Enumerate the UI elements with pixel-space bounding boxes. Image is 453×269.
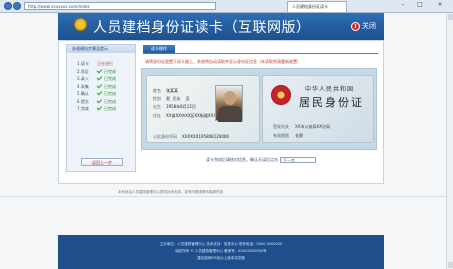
photo-face xyxy=(224,91,236,105)
back-button[interactable] xyxy=(4,2,12,10)
minimize-button[interactable]: – xyxy=(396,1,410,9)
nation-title: 中华人民共和国 xyxy=(305,86,355,93)
step-status: 已完成 xyxy=(104,106,116,111)
sex-field: 性别男 民族汉 xyxy=(153,96,190,101)
check-icon xyxy=(96,104,103,111)
footer-line-3: 建议使用IE8及以上版本浏览器 xyxy=(197,256,245,260)
browser-tab[interactable]: 人员建档身份证读卡 xyxy=(287,1,347,12)
divider xyxy=(0,196,453,197)
back-step-button[interactable]: 返回上一步 xyxy=(81,158,123,166)
address-bar[interactable]: http://www.xxxxxxx.com/index xyxy=(24,2,216,10)
footer: 主办单位：人员建档管理中心 技术支持：信息中心 联系电话：0000-000000… xyxy=(58,235,384,269)
confirm-prompt: 读卡完成后请核对信息，确认无误后点击 下一步 xyxy=(206,157,316,163)
step-status: 已完成 xyxy=(104,68,116,74)
id-card-back: 中华人民共和国 居民身份证 签发机关 XX市公安局XX分局 有效期限 长期 xyxy=(262,75,374,143)
check-icon xyxy=(96,74,103,81)
scroll-up-icon[interactable] xyxy=(448,14,453,20)
card-title: 居民身份证 xyxy=(299,96,364,109)
steps-list: 1.读卡 正在进行 2.验证 已完成 3.录入 已完成 4.采集 已完成 5.确认 已完成 6.提交… xyxy=(67,53,135,113)
app-title: 人员建档身份证读卡（互联网版） xyxy=(93,20,311,36)
footer-line-2: 版权所有 © 人员建档管理中心 备案号：XXX00000000号 xyxy=(175,249,267,253)
id-card-front: 姓名 张某某 性别男 民族汉 出生 1958年8月12日 住址 XX省XX市XX区XX… xyxy=(146,75,260,143)
id-number-field: 公民身份号码 XXXXXX195808120000 xyxy=(153,134,229,139)
step-status: 已完成 xyxy=(104,91,116,96)
step-item: 7.完成 已完成 xyxy=(67,104,135,113)
power-icon xyxy=(351,21,360,31)
step-item: 6.提交 已完成 xyxy=(67,97,135,106)
step-item: 2.验证 已完成 xyxy=(67,67,135,76)
instruction-text: 请将身份证放置于读卡器上，系统将自动读取并显示身份证信息（未读取到请重新放置） xyxy=(145,59,301,64)
close-label: 关闭 xyxy=(362,22,376,30)
scroll-down-icon[interactable] xyxy=(448,262,453,268)
app-header: 人员建档身份证读卡（互联网版） 关闭 xyxy=(58,13,384,40)
next-step-input[interactable]: 下一步 xyxy=(280,157,316,163)
step-status: 已完成 xyxy=(104,76,116,81)
tab-read-card[interactable]: 读卡操作 xyxy=(143,45,175,53)
check-icon xyxy=(96,67,103,73)
vertical-scrollbar[interactable] xyxy=(446,13,453,269)
maximize-button[interactable]: □ xyxy=(413,1,427,9)
step-item: 5.确认 已完成 xyxy=(67,89,135,98)
steps-sidebar: 办理建档步骤及提示 1.读卡 正在进行 2.验证 已完成 3.录入 已完成 4.采集 已完成 5… xyxy=(66,44,136,172)
browser-toolbar: http://www.xxxxxxx.com/index 人员建档身份证读卡 –… xyxy=(0,0,453,13)
authority-field: 签发机关 XX市公安局XX分局 xyxy=(273,124,330,129)
step-label: 4.采集 xyxy=(77,83,89,89)
step-label: 2.验证 xyxy=(77,68,89,74)
footer-line-1: 主办单位：人员建档管理中心 技术支持：信息中心 联系电话：0000-000000… xyxy=(159,242,283,246)
portrait-photo xyxy=(215,85,243,122)
step-label: 3.录入 xyxy=(77,76,89,81)
step-item: 4.采集 已完成 xyxy=(67,82,135,91)
photo-body xyxy=(218,106,242,122)
app-close-button[interactable]: 关闭 xyxy=(351,21,376,31)
emblem-logo-icon xyxy=(74,18,87,31)
check-icon xyxy=(96,89,103,96)
id-card-display: 姓名 张某某 性别男 民族汉 出生 1958年8月12日 住址 XX省XX市XX区XX… xyxy=(141,68,377,150)
step-item: 3.录入 已完成 xyxy=(67,74,135,83)
step-status: 已完成 xyxy=(104,98,116,104)
window-close-button[interactable]: × xyxy=(433,1,447,9)
step-label: 1.读卡 xyxy=(77,61,89,66)
name-field: 姓名 张某某 xyxy=(153,88,178,93)
step-item: 1.读卡 正在进行 xyxy=(67,60,135,68)
support-note: 本系统由人员建档管理中心提供技术支持，如有问题请联系客服热线 xyxy=(118,190,223,194)
forward-button[interactable] xyxy=(13,2,21,10)
check-icon xyxy=(96,82,103,88)
sidebar-title: 办理建档步骤及提示 xyxy=(67,45,135,53)
step-label: 6.提交 xyxy=(77,98,89,104)
step-label: 7.完成 xyxy=(77,106,89,111)
step-label: 5.确认 xyxy=(77,91,89,96)
birth-field: 出生 1958年8月12日 xyxy=(153,104,196,109)
national-emblem-icon xyxy=(271,85,291,105)
valid-field: 有效期限 长期 xyxy=(273,133,303,138)
step-status: 已完成 xyxy=(104,83,116,89)
check-icon xyxy=(96,97,103,103)
step-status: 正在进行 xyxy=(97,61,113,66)
address-field: 住址 XX省XX市XX区XX街道XX号 xyxy=(153,113,218,118)
tab-underline xyxy=(143,53,378,54)
